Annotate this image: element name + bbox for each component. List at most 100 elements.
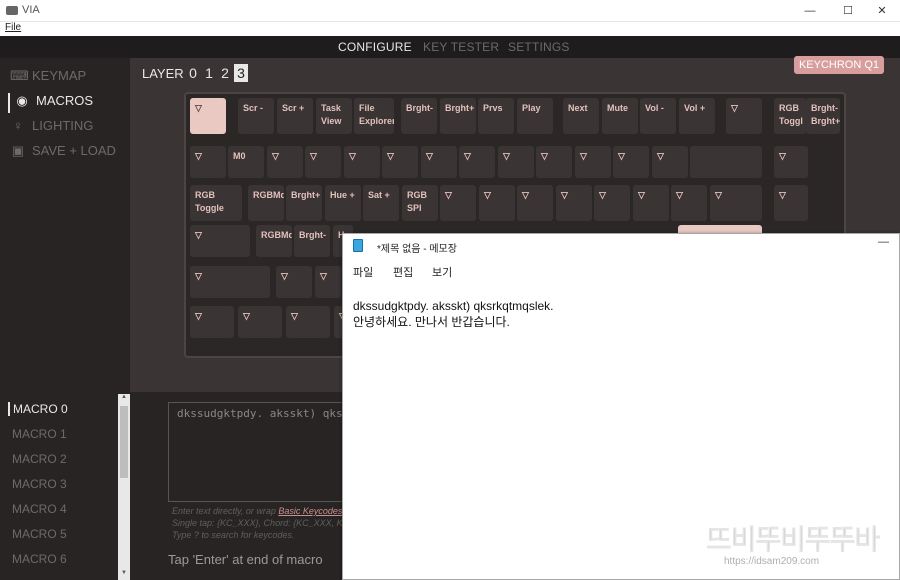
key[interactable]: ▽ — [536, 146, 572, 178]
key[interactable]: ▽ — [190, 306, 234, 338]
notepad-menu-file[interactable]: 파일 — [353, 264, 373, 280]
layer-3-button[interactable]: 3 — [234, 64, 248, 82]
key[interactable]: File Explorer — [354, 98, 394, 134]
macro-item-0[interactable]: MACRO 0 — [8, 402, 68, 416]
tab-settings[interactable]: SETTINGS — [508, 40, 570, 54]
macro-footer-note: Tap 'Enter' at end of macro — [168, 552, 323, 567]
key[interactable]: Prvs — [478, 98, 514, 134]
notepad-menu-view[interactable]: 보기 — [432, 264, 452, 280]
key[interactable] — [690, 146, 762, 178]
key[interactable]: M0 — [228, 146, 264, 178]
key[interactable]: ▽ — [774, 185, 808, 221]
key[interactable]: Brght- Brght+ — [806, 98, 840, 134]
layer-label: LAYER — [142, 66, 184, 81]
menubar: File — [0, 22, 900, 36]
notepad-text-area[interactable]: dkssudgktpdy. aksskt) qksrkqtmqslek. 안녕하… — [353, 298, 554, 330]
scroll-down-icon[interactable]: ▼ — [118, 570, 130, 580]
key[interactable]: RGB Toggle — [190, 185, 242, 221]
macro-item-5[interactable]: MACRO 5 — [12, 527, 67, 541]
window-title: VIA — [22, 4, 40, 16]
macro-item-3[interactable]: MACRO 3 — [12, 477, 67, 491]
key[interactable]: ▽ — [710, 185, 762, 221]
key[interactable]: Play — [517, 98, 553, 134]
top-navigation: CONFIGURE KEY TESTER SETTINGS — [0, 36, 900, 58]
key[interactable]: Brght+ — [440, 98, 476, 134]
key[interactable]: ▽ — [517, 185, 553, 221]
key[interactable]: Task View — [316, 98, 352, 134]
key[interactable]: ▽ — [190, 146, 226, 178]
key[interactable]: Scr + — [277, 98, 313, 134]
key[interactable]: ▽ — [726, 98, 762, 134]
key[interactable]: RGBMd- — [256, 225, 292, 257]
key[interactable]: Next — [563, 98, 599, 134]
key[interactable]: Brght+ — [286, 185, 322, 221]
key[interactable]: Brght- — [401, 98, 437, 134]
key[interactable]: ▽ — [774, 146, 808, 178]
key[interactable]: Hue + — [325, 185, 361, 221]
key[interactable]: ▽ — [190, 225, 250, 257]
key[interactable]: Mute — [602, 98, 638, 134]
key[interactable]: ▽ — [276, 266, 312, 298]
key[interactable]: ▽ — [238, 306, 282, 338]
key[interactable]: ▽ — [459, 146, 495, 178]
key[interactable]: ▽ — [671, 185, 707, 221]
minimize-button[interactable]: — — [792, 0, 828, 22]
macro-text-input[interactable]: dkssudgktpdy. aksskt) qks — [168, 402, 358, 502]
basic-keycodes-link[interactable]: Basic Keycodes — [278, 506, 342, 516]
macro-item-4[interactable]: MACRO 4 — [12, 502, 67, 516]
scroll-thumb[interactable] — [120, 406, 128, 478]
key[interactable]: ▽ — [286, 306, 330, 338]
key[interactable]: ▽ — [613, 146, 649, 178]
key[interactable]: ▽ — [498, 146, 534, 178]
keyboard-name-badge: KEYCHRON Q1 — [794, 56, 884, 74]
macro-list: MACRO 0 MACRO 1 MACRO 2 MACRO 3 MACRO 4 … — [0, 392, 130, 580]
menu-file[interactable]: File — [5, 22, 21, 33]
via-app-icon — [6, 6, 18, 15]
macro-list-scrollbar[interactable]: ▲ ▼ — [118, 394, 130, 580]
maximize-button[interactable]: ☐ — [830, 0, 866, 22]
key[interactable]: ▽ — [190, 98, 226, 134]
macro-text-value: dkssudgktpdy. aksskt) qks — [177, 407, 343, 420]
tab-key-tester[interactable]: KEY TESTER — [423, 40, 499, 54]
sidebar-item-lighting[interactable]: ♀ LIGHTING — [10, 118, 93, 138]
key[interactable]: ▽ — [652, 146, 688, 178]
notepad-minimize-button[interactable]: — — [878, 236, 889, 248]
key[interactable]: ▽ — [190, 266, 270, 298]
key[interactable]: RGB SPI — [402, 185, 438, 221]
layer-2-button[interactable]: 2 — [218, 64, 232, 82]
key[interactable]: ▽ — [594, 185, 630, 221]
key[interactable]: Scr - — [238, 98, 274, 134]
layer-0-button[interactable]: 0 — [186, 64, 200, 82]
key[interactable]: RGB Toggl — [774, 98, 806, 134]
key[interactable]: ▽ — [315, 266, 341, 298]
key[interactable]: Brght- — [294, 225, 330, 257]
key[interactable]: ▽ — [344, 146, 380, 178]
key[interactable]: ▽ — [633, 185, 669, 221]
key[interactable]: Sat + — [363, 185, 399, 221]
layer-1-button[interactable]: 1 — [202, 64, 216, 82]
keyboard-icon: ⌨ — [10, 68, 29, 83]
floppy-icon: ▣ — [11, 143, 25, 158]
sidebar-item-keymap[interactable]: ⌨ KEYMAP — [10, 68, 86, 88]
key[interactable]: Vol + — [679, 98, 715, 134]
macro-item-1[interactable]: MACRO 1 — [12, 427, 67, 441]
key[interactable]: ▽ — [382, 146, 418, 178]
scroll-up-icon[interactable]: ▲ — [118, 394, 130, 404]
close-button[interactable]: ✕ — [864, 0, 900, 22]
key[interactable]: Vol - — [640, 98, 676, 134]
key[interactable]: ▽ — [421, 146, 457, 178]
notepad-titlebar[interactable]: *제목 없음 - 메모장 — — [343, 234, 899, 258]
key[interactable]: ▽ — [556, 185, 592, 221]
notepad-menu-edit[interactable]: 편집 — [393, 264, 413, 280]
key[interactable]: ▽ — [267, 146, 303, 178]
sidebar-item-save-load[interactable]: ▣ SAVE + LOAD — [10, 143, 116, 163]
sidebar-item-macros[interactable]: ◉ MACROS — [8, 93, 93, 113]
key[interactable]: RGBMd- — [248, 185, 284, 221]
key[interactable]: ▽ — [575, 146, 611, 178]
macro-item-6[interactable]: MACRO 6 — [12, 552, 67, 566]
key[interactable]: ▽ — [305, 146, 341, 178]
key[interactable]: ▽ — [440, 185, 476, 221]
macro-item-2[interactable]: MACRO 2 — [12, 452, 67, 466]
key[interactable]: ▽ — [479, 185, 515, 221]
tab-configure[interactable]: CONFIGURE — [338, 40, 412, 54]
